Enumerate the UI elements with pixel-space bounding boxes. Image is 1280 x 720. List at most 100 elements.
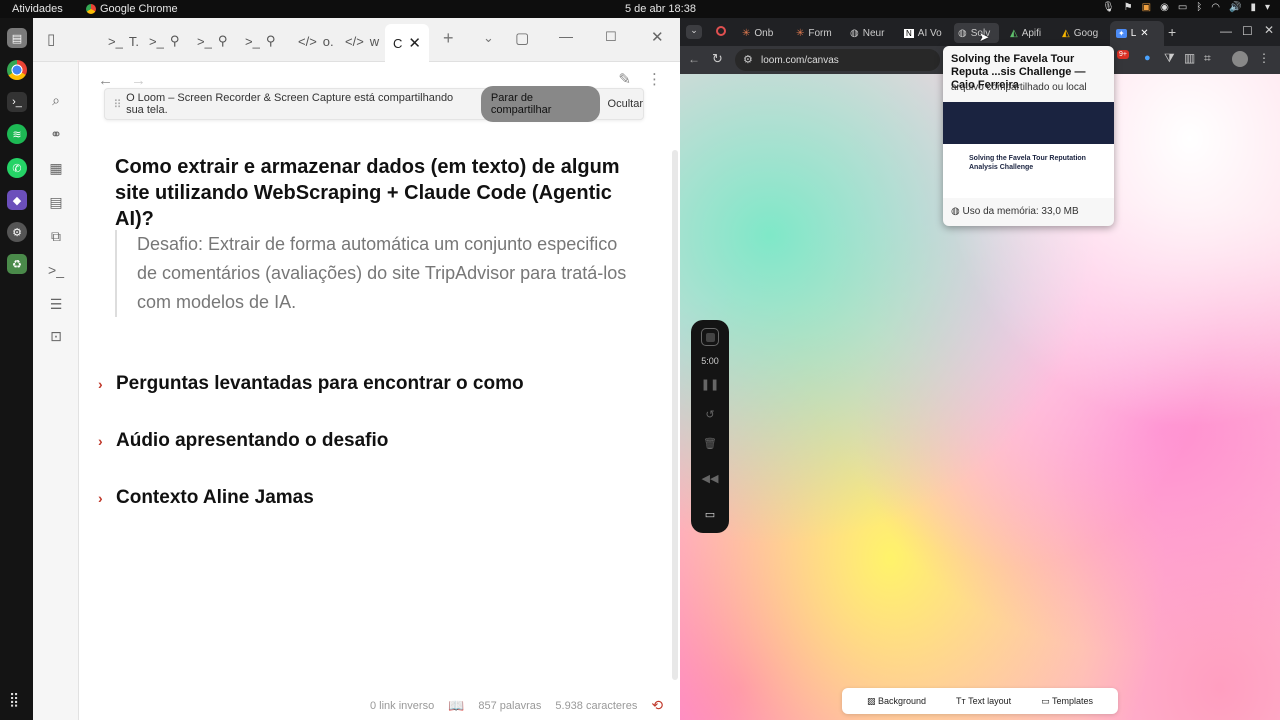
tab-terminal-3[interactable]: >_ ⚲ (197, 30, 227, 52)
address-bar[interactable]: ⚙ loom.com/canvas (735, 49, 940, 71)
chrome-tab-7[interactable]: ◭ Goog (1062, 23, 1107, 43)
screen-share-icon[interactable]: ▣ (1142, 2, 1151, 13)
tab-search-icon[interactable]: ⌄ (686, 25, 702, 39)
camera-icon[interactable]: ▭ (702, 506, 718, 522)
chevron-right-icon[interactable]: › (98, 490, 106, 506)
chrome-tab-active[interactable]: ✦ L ✕ (1110, 21, 1164, 46)
templates-button[interactable]: ▭ Templates (1041, 696, 1093, 707)
close-window-icon[interactable]: ✕ (1264, 23, 1274, 37)
chrome-tab-1[interactable]: ✳ Onb (742, 23, 787, 43)
terminal-icon[interactable]: ›_ (7, 92, 27, 112)
char-count[interactable]: 5.938 caracteres (555, 700, 637, 712)
close-tab-icon[interactable]: ✕ (408, 34, 421, 52)
reading-icon[interactable]: 📖 (448, 698, 464, 714)
puzzle-extensions-icon[interactable]: ⧩ (1164, 51, 1175, 66)
extension-badge[interactable]: 9+ (1117, 50, 1129, 59)
sidepanel-icon[interactable]: ▥ (1184, 51, 1195, 65)
terminal-icon[interactable]: >_ (46, 260, 66, 280)
tab-active-note[interactable]: C ✕ (385, 24, 429, 62)
system-menu-icon[interactable]: ▾ (1265, 2, 1270, 13)
section-questions[interactable]: › Perguntas levantadas para encontrar o … (98, 373, 524, 395)
list-icon[interactable]: ☰ (46, 294, 66, 314)
display-icon[interactable]: ▭ (1178, 2, 1187, 13)
tab-code-1[interactable]: </> o. (298, 30, 334, 52)
site-info-icon[interactable]: ⚙ (743, 53, 753, 66)
canvas-icon[interactable]: ▦ (46, 158, 66, 178)
tab-terminal-1[interactable]: >_ T. (108, 30, 139, 52)
rewind-icon[interactable]: ◀◀ (702, 470, 719, 486)
chrome-tab-5[interactable]: ◍ Solv (954, 23, 999, 43)
more-options-icon[interactable]: ⋮ (647, 70, 662, 88)
background-button[interactable]: ▨ Background (867, 696, 926, 707)
app-grid-icon[interactable]: ⣿ (9, 691, 19, 708)
copy-icon[interactable]: ⧉ (46, 226, 66, 246)
activities-button[interactable]: Atividades (12, 3, 63, 15)
sidebar-toggle-icon[interactable]: ▯ (47, 30, 55, 48)
minimize-icon[interactable]: — (1220, 24, 1232, 38)
pause-icon[interactable]: ❚❚ (701, 376, 719, 392)
battery-icon[interactable]: ▮ (1250, 2, 1256, 13)
extension-icon-1[interactable]: ● (1144, 52, 1151, 64)
split-view-icon[interactable]: ▢ (515, 29, 529, 47)
obsidian-ribbon: ⌕ ⚭ ▦ ▤ ⧉ >_ ☰ ⊡ (33, 62, 79, 720)
minimize-icon[interactable]: — (559, 28, 573, 44)
active-app-label[interactable]: Google Chrome (86, 3, 178, 15)
chevron-right-icon[interactable]: › (98, 376, 106, 392)
tab-terminal-2[interactable]: >_ ⚲ (149, 30, 179, 52)
trash-icon[interactable]: 🗑 (702, 435, 718, 451)
forward-arrow-icon[interactable]: → (131, 72, 146, 89)
search-icon[interactable]: ⌕ (46, 90, 66, 110)
backlinks-count[interactable]: 0 link inverso (370, 700, 434, 712)
mic-icon[interactable]: 🎙 (1102, 2, 1115, 13)
settings-icon[interactable]: ⚙ (7, 222, 27, 242)
chrome-dock-icon[interactable] (7, 60, 27, 80)
drag-handle-icon[interactable]: ⠿ (111, 98, 124, 111)
clock[interactable]: 5 de abr 18:38 (625, 3, 696, 15)
section-audio[interactable]: › Aúdio apresentando o desafio (98, 430, 388, 452)
new-tab-icon[interactable]: + (1168, 24, 1176, 40)
tab-list-chevron-icon[interactable]: ⌄ (483, 30, 494, 46)
word-count[interactable]: 857 palavras (478, 700, 541, 712)
stop-sharing-button[interactable]: Parar de compartilhar (480, 86, 600, 122)
restart-icon[interactable]: ↺ (702, 406, 718, 422)
obsidian-icon[interactable]: ◆ (7, 190, 27, 210)
flag-icon[interactable]: ⚑ (1124, 2, 1133, 13)
translate-icon[interactable]: ⌗ (1204, 51, 1211, 66)
wifi-icon[interactable]: ◠ (1211, 2, 1220, 13)
chevron-right-icon[interactable]: › (98, 433, 106, 449)
chrome-tab-4[interactable]: N AI Vo (904, 23, 949, 43)
bluetooth-icon[interactable]: ᛒ (1196, 2, 1202, 13)
spotify-icon[interactable]: ≋ (7, 124, 27, 144)
back-arrow-icon[interactable]: ← (98, 72, 113, 89)
chrome-menu-icon[interactable]: ⋮ (1258, 51, 1270, 65)
console-icon[interactable]: ⊡ (46, 326, 66, 346)
app-indicator-icon[interactable]: ◉ (1160, 2, 1169, 13)
profile-avatar[interactable] (1232, 51, 1248, 67)
trash-icon[interactable]: ♻ (7, 254, 27, 274)
reload-icon[interactable]: ↻ (712, 51, 723, 67)
stop-record-button[interactable] (701, 328, 719, 346)
edit-pencil-icon[interactable]: ✎ (618, 70, 631, 88)
record-icon[interactable] (716, 26, 726, 36)
scrollbar[interactable] (672, 150, 678, 680)
chrome-tab-3[interactable]: ◍ Neur (850, 23, 895, 43)
chrome-tab-6[interactable]: ◭ Apifi (1010, 23, 1055, 43)
hide-banner-button[interactable]: Ocultar (608, 98, 643, 110)
back-arrow-icon[interactable]: ← (688, 52, 700, 66)
close-window-icon[interactable]: ✕ (651, 28, 664, 46)
maximize-icon[interactable]: ☐ (605, 29, 617, 45)
maximize-icon[interactable]: ☐ (1242, 24, 1253, 38)
graph-icon[interactable]: ⚭ (46, 124, 66, 144)
section-context[interactable]: › Contexto Aline Jamas (98, 487, 314, 509)
text-layout-button[interactable]: Tт Text layout (956, 696, 1011, 706)
calendar-icon[interactable]: ▤ (46, 192, 66, 212)
new-tab-icon[interactable]: + (443, 28, 454, 49)
sync-error-icon[interactable]: ⟲ (651, 697, 663, 714)
whatsapp-icon[interactable]: ✆ (7, 158, 27, 178)
close-tab-icon[interactable]: ✕ (1140, 28, 1148, 39)
tab-code-2[interactable]: </> w (345, 30, 379, 52)
volume-icon[interactable]: 🔊 (1229, 2, 1241, 13)
files-icon[interactable]: ▤ (7, 28, 27, 48)
chrome-tab-2[interactable]: ✳ Form (796, 23, 841, 43)
tab-terminal-4[interactable]: >_ ⚲ (245, 30, 275, 52)
